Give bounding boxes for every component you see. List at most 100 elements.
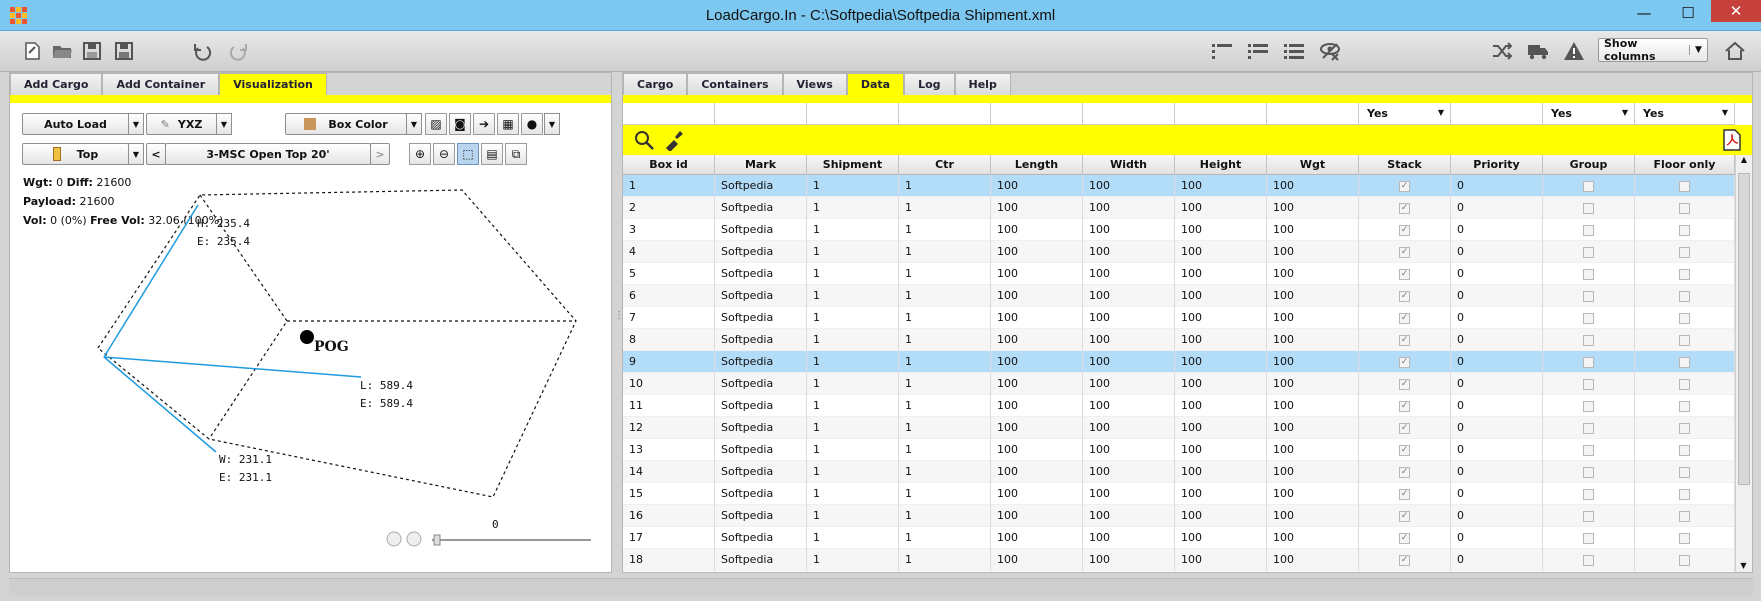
maximize-button[interactable]: ☐ [1666,0,1710,26]
table-row[interactable]: 8 Softpedia 1 1 100 100 100 100 ✓ 0 [623,329,1735,351]
scroll-up-icon[interactable]: ▲ [1736,155,1752,169]
filter-floor-only[interactable]: Yes ▼ [1635,103,1735,125]
floor-only-checkbox[interactable] [1679,356,1690,368]
table-row[interactable]: 15 Softpedia 1 1 100 100 100 100 ✓ 0 [623,483,1735,505]
column-header-width[interactable]: Width [1083,155,1175,175]
open-folder-icon[interactable] [48,38,76,64]
column-header-mark[interactable]: Mark [715,155,807,175]
new-document-icon[interactable] [18,38,46,64]
column-header-length[interactable]: Length [991,155,1083,175]
group-checkbox[interactable] [1583,290,1594,302]
tab-cargo[interactable]: Cargo [623,73,688,95]
group-checkbox[interactable] [1583,246,1594,258]
undo-icon[interactable] [188,38,216,64]
pdf-export-icon[interactable] [1723,129,1741,154]
group-checkbox[interactable] [1583,378,1594,390]
table-row[interactable]: 7 Softpedia 1 1 100 100 100 100 ✓ 0 [623,307,1735,329]
stack-checkbox[interactable]: ✓ [1399,334,1410,346]
zoom-slider[interactable] [386,531,591,547]
stack-checkbox[interactable]: ✓ [1399,532,1410,544]
stack-checkbox[interactable]: ✓ [1399,246,1410,258]
group-checkbox[interactable] [1583,268,1594,280]
floor-only-checkbox[interactable] [1679,554,1690,566]
clear-filter-icon[interactable] [663,129,685,154]
filter-length[interactable] [991,103,1083,125]
floor-only-checkbox[interactable] [1679,180,1690,192]
table-row[interactable]: 6 Softpedia 1 1 100 100 100 100 ✓ 0 [623,285,1735,307]
table-row[interactable]: 4 Softpedia 1 1 100 100 100 100 ✓ 0 [623,241,1735,263]
container-visualization[interactable] [10,73,611,572]
table-row[interactable]: 3 Softpedia 1 1 100 100 100 100 ✓ 0 [623,219,1735,241]
group-checkbox[interactable] [1583,334,1594,346]
table-row[interactable]: 14 Softpedia 1 1 100 100 100 100 ✓ 0 [623,461,1735,483]
group-checkbox[interactable] [1583,356,1594,368]
stack-checkbox[interactable]: ✓ [1399,268,1410,280]
table-row[interactable]: 1 Softpedia 1 1 100 100 100 100 ✓ 0 [623,175,1735,197]
stack-checkbox[interactable]: ✓ [1399,312,1410,324]
filter-mark[interactable] [715,103,807,125]
table-row[interactable]: 13 Softpedia 1 1 100 100 100 100 ✓ 0 [623,439,1735,461]
close-button[interactable]: ✕ [1711,0,1761,22]
floor-only-checkbox[interactable] [1679,422,1690,434]
table-row[interactable]: 12 Softpedia 1 1 100 100 100 100 ✓ 0 [623,417,1735,439]
filter-priority[interactable] [1451,103,1543,125]
group-checkbox[interactable] [1583,202,1594,214]
truck-icon[interactable] [1524,38,1552,64]
table-row[interactable]: 9 Softpedia 1 1 100 100 100 100 ✓ 0 [623,351,1735,373]
stack-checkbox[interactable]: ✓ [1399,554,1410,566]
column-header-shipment[interactable]: Shipment [807,155,899,175]
filter-shipment[interactable] [807,103,899,125]
stack-checkbox[interactable]: ✓ [1399,510,1410,522]
tab-log[interactable]: Log [904,73,955,95]
group-checkbox[interactable] [1583,180,1594,192]
group-checkbox[interactable] [1583,532,1594,544]
filter-box-id[interactable] [623,103,715,125]
filter-width[interactable] [1083,103,1175,125]
tab-data[interactable]: Data [846,73,905,95]
floor-only-checkbox[interactable] [1679,268,1690,280]
table-row[interactable]: 5 Softpedia 1 1 100 100 100 100 ✓ 0 [623,263,1735,285]
group-checkbox[interactable] [1583,554,1594,566]
stack-checkbox[interactable]: ✓ [1399,202,1410,214]
filter-group[interactable]: Yes ▼ [1543,103,1635,125]
hide-view-icon[interactable] [1316,38,1344,64]
group-checkbox[interactable] [1583,224,1594,236]
tab-views[interactable]: Views [782,73,847,95]
table-row[interactable]: 2 Softpedia 1 1 100 100 100 100 ✓ 0 [623,197,1735,219]
stack-checkbox[interactable]: ✓ [1399,444,1410,456]
group-checkbox[interactable] [1583,312,1594,324]
stack-checkbox[interactable]: ✓ [1399,356,1410,368]
floor-only-checkbox[interactable] [1679,400,1690,412]
floor-only-checkbox[interactable] [1679,202,1690,214]
stack-checkbox[interactable]: ✓ [1399,466,1410,478]
table-row[interactable]: 18 Softpedia 1 1 100 100 100 100 ✓ 0 [623,549,1735,571]
floor-only-checkbox[interactable] [1679,466,1690,478]
group-checkbox[interactable] [1583,444,1594,456]
floor-only-checkbox[interactable] [1679,334,1690,346]
floor-only-checkbox[interactable] [1679,224,1690,236]
column-header-group[interactable]: Group [1543,155,1635,175]
floor-only-checkbox[interactable] [1679,312,1690,324]
show-columns-dropdown[interactable]: Show columns ▼ [1598,37,1708,63]
table-row[interactable]: 17 Softpedia 1 1 100 100 100 100 ✓ 0 [623,527,1735,549]
floor-only-checkbox[interactable] [1679,510,1690,522]
filter-stack[interactable]: Yes ▼ [1359,103,1451,125]
shuffle-icon[interactable] [1488,38,1516,64]
column-header-stack[interactable]: Stack [1359,155,1451,175]
column-header-wgt[interactable]: Wgt [1267,155,1359,175]
floor-only-checkbox[interactable] [1679,246,1690,258]
filter-height[interactable] [1175,103,1267,125]
list-icon[interactable] [1244,38,1272,64]
search-icon[interactable] [633,129,655,154]
tab-help[interactable]: Help [954,73,1011,95]
table-row[interactable]: 10 Softpedia 1 1 100 100 100 100 ✓ 0 [623,373,1735,395]
home-icon[interactable] [1721,38,1749,64]
floor-only-checkbox[interactable] [1679,488,1690,500]
stack-checkbox[interactable]: ✓ [1399,400,1410,412]
stack-checkbox[interactable]: ✓ [1399,224,1410,236]
group-checkbox[interactable] [1583,466,1594,478]
list-compact-icon[interactable] [1208,38,1236,64]
column-header-box-id[interactable]: Box id [623,155,715,175]
list-detail-icon[interactable] [1280,38,1308,64]
filter-wgt[interactable] [1267,103,1359,125]
